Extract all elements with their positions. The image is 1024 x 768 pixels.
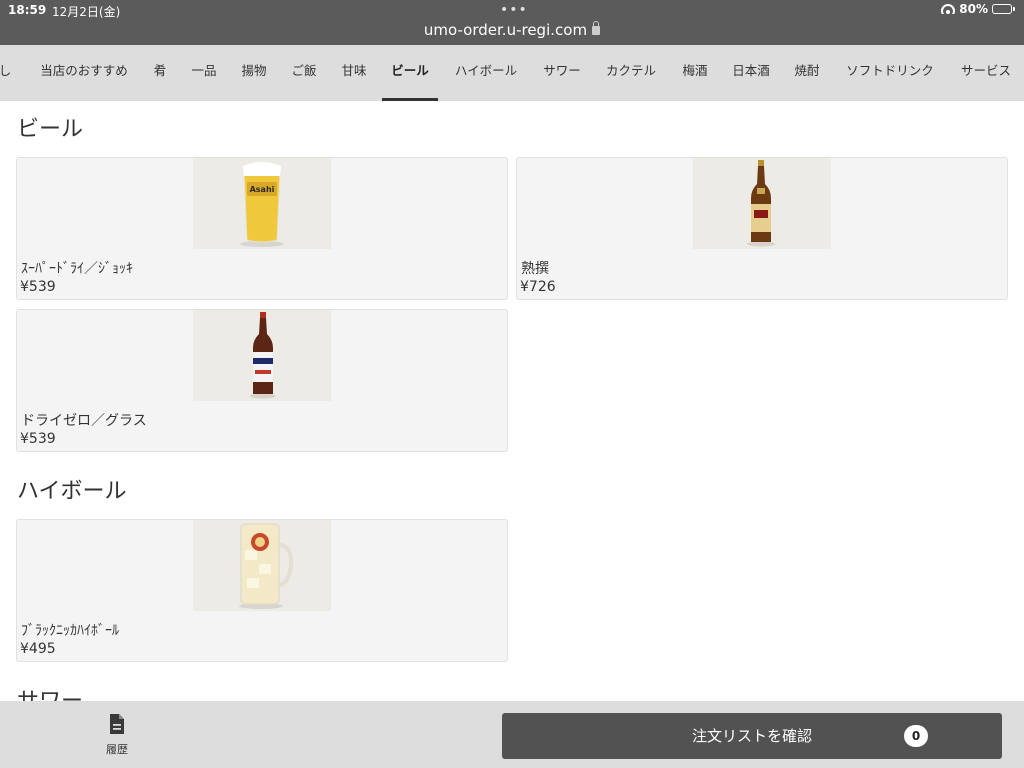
tab-item[interactable]: 揚物 bbox=[236, 45, 272, 101]
highball-mug-photo bbox=[193, 520, 331, 611]
beer-mug-photo: Asahi bbox=[193, 158, 331, 249]
url-text: umo-order.u-regi.com bbox=[423, 21, 588, 39]
tab-item[interactable]: し bbox=[0, 45, 16, 101]
status-time: 18:59 bbox=[8, 3, 47, 17]
menu-item-price: ¥539 bbox=[20, 431, 56, 447]
category-tabs: し 当店のおすすめ 肴 一品 揚物 ご飯 甘味 ビール ハイボール サワー カク… bbox=[0, 45, 1024, 101]
history-label: 履歴 bbox=[106, 743, 128, 756]
tab-item[interactable]: ソフトドリンク bbox=[838, 45, 942, 101]
bottom-bar: 履歴 注文リストを確認 0 bbox=[0, 701, 1024, 768]
menu-content: ビール Asahi ｽｰﾊﾟｰﾄﾞﾗｲ／ｼﾞｮｯｷ ¥539 熟撰 ¥726 ド… bbox=[0, 101, 1024, 701]
more-dots-icon[interactable]: ••• bbox=[500, 2, 528, 18]
confirm-order-list-button[interactable]: 注文リストを確認 0 bbox=[502, 713, 1002, 759]
tab-item[interactable]: 梅酒 bbox=[676, 45, 714, 101]
document-icon bbox=[110, 714, 124, 734]
tab-item[interactable]: 焼酎 bbox=[788, 45, 826, 101]
battery-percent: 80% bbox=[959, 2, 988, 16]
tab-beer[interactable]: ビール bbox=[382, 45, 438, 101]
lock-icon bbox=[592, 21, 601, 35]
menu-item-name: 熟撰 bbox=[521, 261, 549, 277]
zero-bottle-photo bbox=[193, 310, 331, 401]
menu-item-price: ¥726 bbox=[520, 279, 556, 295]
browser-status-bar: 18:59 12月2日(金) ••• umo-order.u-regi.com … bbox=[0, 0, 1024, 45]
confirm-order-label: 注文リストを確認 bbox=[691, 727, 812, 745]
menu-item-card[interactable]: ﾌﾞﾗｯｸﾆｯｶﾊｲﾎﾞｰﾙ ¥495 bbox=[16, 519, 508, 662]
tab-item[interactable]: 当店のおすすめ bbox=[34, 45, 134, 101]
menu-item-name: ﾌﾞﾗｯｸﾆｯｶﾊｲﾎﾞｰﾙ bbox=[21, 623, 119, 639]
wifi-icon bbox=[941, 4, 956, 14]
cart-count-badge: 0 bbox=[904, 725, 928, 747]
history-button[interactable]: 履歴 bbox=[92, 713, 142, 757]
tab-item[interactable]: カクテル bbox=[600, 45, 662, 101]
status-indicators: 80% bbox=[941, 2, 1015, 16]
menu-item-card[interactable]: 熟撰 ¥726 bbox=[516, 157, 1008, 300]
tab-item[interactable]: 甘味 bbox=[336, 45, 372, 101]
tab-item[interactable]: サービス bbox=[954, 45, 1018, 101]
section-title: サワー bbox=[17, 683, 83, 701]
section-title: ハイボール bbox=[17, 479, 127, 504]
menu-item-price: ¥495 bbox=[20, 641, 56, 657]
tab-item[interactable]: 肴 bbox=[148, 45, 172, 101]
svg-text:Asahi: Asahi bbox=[250, 185, 275, 194]
tab-item[interactable]: 一品 bbox=[186, 45, 222, 101]
menu-item-card[interactable]: ドライゼロ／グラス ¥539 bbox=[16, 309, 508, 452]
menu-item-name: ｽｰﾊﾟｰﾄﾞﾗｲ／ｼﾞｮｯｷ bbox=[21, 261, 133, 277]
battery-icon bbox=[992, 4, 1015, 14]
menu-item-price: ¥539 bbox=[20, 279, 56, 295]
menu-item-card[interactable]: Asahi ｽｰﾊﾟｰﾄﾞﾗｲ／ｼﾞｮｯｷ ¥539 bbox=[16, 157, 508, 300]
menu-item-name: ドライゼロ／グラス bbox=[21, 413, 147, 429]
tab-item[interactable]: サワー bbox=[536, 45, 588, 101]
status-date: 12月2日(金) bbox=[52, 5, 121, 19]
tab-item[interactable]: ご飯 bbox=[286, 45, 322, 101]
tab-item[interactable]: ハイボール bbox=[448, 45, 524, 101]
section-title: ビール bbox=[17, 117, 84, 142]
address-bar[interactable]: umo-order.u-regi.com bbox=[0, 21, 1024, 39]
beer-bottle-photo bbox=[693, 158, 831, 249]
tab-item[interactable]: 日本酒 bbox=[726, 45, 776, 101]
